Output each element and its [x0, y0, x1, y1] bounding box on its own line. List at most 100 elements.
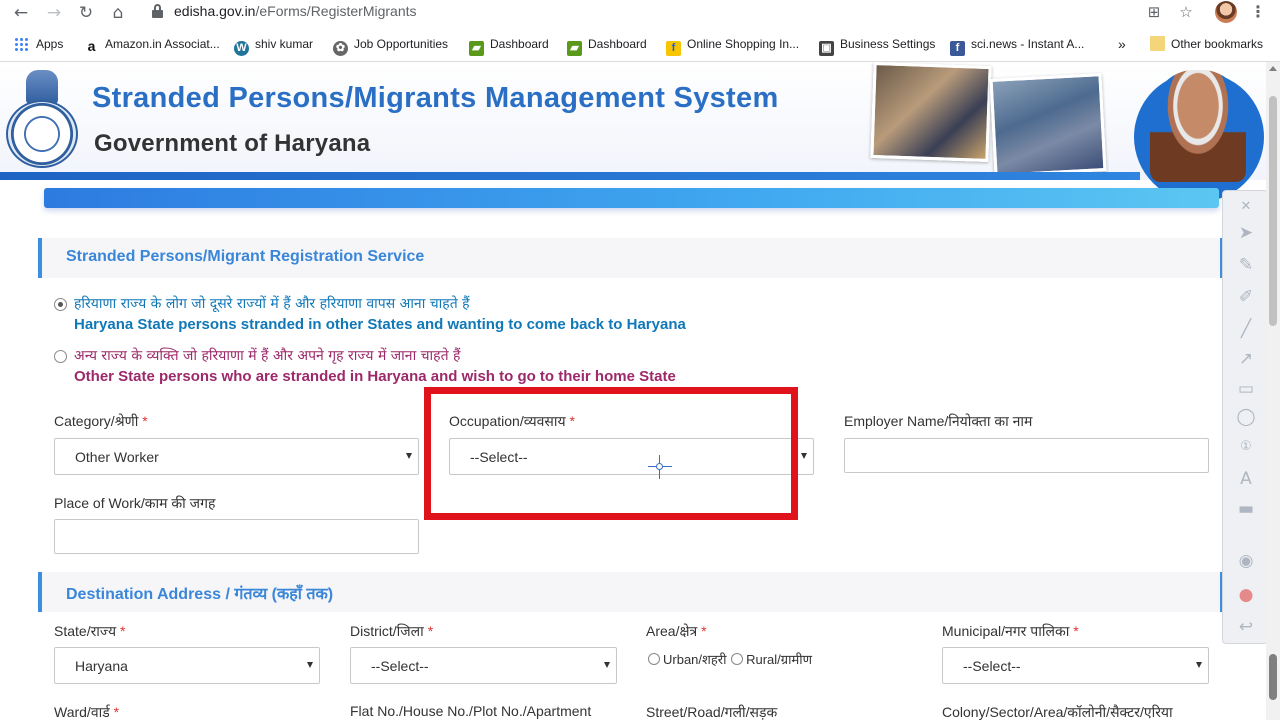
rectangle-icon[interactable]: ▭ [1234, 377, 1258, 401]
text-tool-icon[interactable]: A [1234, 467, 1258, 491]
registration-panel-header: Stranded Persons/Migrant Registration Se… [38, 238, 1224, 278]
bookmark-star-icon[interactable]: ☆ [1176, 2, 1196, 22]
pointer-icon[interactable]: ➤ [1234, 221, 1258, 245]
employer-label: Employer Name/नियोक्ता का नाम [844, 413, 1033, 429]
translate-icon[interactable]: ⊞ [1144, 2, 1164, 22]
close-icon[interactable]: ✕ [1234, 195, 1258, 219]
state-select-value: Haryana [75, 658, 128, 674]
rural-label: Rural/ग्रामीण [746, 652, 812, 667]
chrome-menu-icon[interactable]: ⋮ [1250, 0, 1266, 24]
scrollbar-thumb-lower[interactable] [1269, 654, 1277, 700]
employer-name-input[interactable] [844, 438, 1209, 473]
apps-grid-icon [14, 37, 28, 51]
bookmark-other-bookmarks[interactable]: Other bookmarks [1150, 35, 1263, 53]
line-icon[interactable]: ╱ [1234, 317, 1258, 341]
ward-label: Ward/वार्ड * [54, 704, 120, 720]
street-label: Street/Road/गली/सड़क [646, 704, 778, 720]
undo-icon[interactable]: ↩ [1234, 615, 1258, 639]
chevron-down-icon [604, 662, 610, 668]
folder-icon [1150, 36, 1165, 51]
municipal-select[interactable]: --Select-- [942, 647, 1209, 684]
brush-icon[interactable]: ✎ [1234, 253, 1258, 277]
registration-section-title: Stranded Persons/Migrant Registration Se… [66, 248, 425, 265]
bookmark-amazon[interactable]: a Amazon.in Associat... [84, 35, 220, 54]
page-scrollbar[interactable] [1266, 62, 1280, 720]
header-banner: Stranded Persons/Migrants Management Sys… [0, 62, 1266, 202]
option-haryana-persons[interactable]: हरियाणा राज्य के लोग जो दूसरे राज्यों मे… [54, 294, 954, 338]
highlighter-icon[interactable]: ✐ [1234, 285, 1258, 309]
option-other-state-persons[interactable]: अन्य राज्य के व्यक्ति जो हरियाणा में हैं… [54, 346, 954, 390]
gear-icon: ✿ [333, 41, 348, 56]
chevron-down-icon [406, 453, 412, 459]
back-arrow-icon[interactable]: ← [9, 1, 33, 25]
district-label: District/जिला * [350, 623, 434, 639]
bookmark-shiv-kumar[interactable]: Wshiv kumar [234, 35, 313, 56]
highlight-box [424, 387, 798, 520]
destination-panel: Destination Address / गंतव्य (कहाँ तक) S… [38, 572, 1224, 720]
bookmarks-overflow[interactable]: » [1118, 35, 1126, 53]
radio-other-state-persons[interactable] [54, 350, 67, 363]
radio-rural[interactable] [731, 653, 744, 665]
crosshair-cursor-icon [648, 455, 672, 479]
banner-photo-shelter [989, 73, 1107, 177]
area-radio-group: Urban/शहरी Rural/ग्रामीण [648, 650, 812, 668]
chevron-down-icon [801, 453, 807, 459]
address-bar[interactable]: edisha.gov.in/eForms/RegisterMigrants [140, 0, 1270, 24]
bookmark-business-settings[interactable]: ▣ Business Settings [819, 35, 935, 56]
bookmark-online-shopping[interactable]: f Online Shopping In... [666, 35, 799, 56]
category-select[interactable]: Other Worker [54, 438, 419, 475]
banner-photo-food-distribution [870, 62, 992, 163]
browser-chrome: ← → ↻ ⌂ edisha.gov.in/eForms/RegisterMig… [0, 0, 1280, 62]
bookmark-sci-news[interactable]: f sci.news - Instant A... [950, 35, 1084, 56]
site-subtitle: Government of Haryana [94, 130, 371, 157]
municipal-select-value: --Select-- [963, 658, 1021, 674]
record-icon[interactable]: ◉ [1234, 549, 1258, 573]
urban-label: Urban/शहरी [663, 652, 727, 667]
forward-arrow-icon[interactable]: → [42, 1, 66, 25]
flat-no-label: Flat No./House No./Plot No./Apartment [350, 703, 592, 719]
browser-navbar: ← → ↻ ⌂ edisha.gov.in/eForms/RegisterMig… [0, 0, 1280, 26]
dashboard-icon: ▰ [567, 41, 582, 56]
option2-hindi-label: अन्य राज्य के व्यक्ति जो हरियाणा में हैं… [74, 348, 461, 364]
color-picker-icon[interactable]: ● [1234, 583, 1258, 607]
step-counter-icon[interactable]: ① [1234, 435, 1258, 459]
haryana-emblem-logo [6, 70, 78, 168]
place-of-work-input[interactable] [54, 519, 419, 554]
eraser-icon[interactable]: ▬ [1234, 497, 1258, 521]
district-select[interactable]: --Select-- [350, 647, 617, 684]
home-icon[interactable]: ⌂ [106, 1, 130, 25]
option2-english-label: Other State persons who are stranded in … [74, 368, 676, 385]
site-title: Stranded Persons/Migrants Management Sys… [92, 82, 779, 114]
scrollbar-thumb[interactable] [1269, 96, 1277, 326]
facebook-icon: f [950, 41, 965, 56]
category-label: Category/श्रेणी * [54, 413, 148, 429]
district-select-value: --Select-- [371, 658, 429, 674]
reload-icon[interactable]: ↻ [74, 1, 98, 25]
blue-divider-strip [44, 188, 1219, 208]
wordpress-icon: W [234, 41, 249, 56]
bookmarks-bar: Apps a Amazon.in Associat... Wshiv kumar … [0, 31, 1280, 57]
chevron-down-icon [307, 662, 313, 668]
option1-english-label: Haryana State persons stranded in other … [74, 316, 686, 333]
profile-avatar[interactable] [1215, 1, 1237, 23]
ellipse-icon[interactable]: ◯ [1234, 405, 1258, 429]
dashboard-icon: ▰ [469, 41, 484, 56]
scroll-up-arrow-icon[interactable] [1269, 66, 1277, 71]
bookmark-job-opportunities[interactable]: ✿ Job Opportunities [333, 35, 448, 56]
bookmark-dashboard-1[interactable]: ▰ Dashboard [469, 35, 549, 56]
bookmark-dashboard-2[interactable]: ▰ Dashboard [567, 35, 647, 56]
radio-urban[interactable] [648, 653, 660, 665]
option1-hindi-label: हरियाणा राज्य के लोग जो दूसरे राज्यों मे… [74, 296, 470, 312]
web-page: Stranded Persons/Migrants Management Sys… [0, 62, 1266, 720]
destination-panel-header: Destination Address / गंतव्य (कहाँ तक) [38, 572, 1224, 612]
radio-haryana-persons[interactable] [54, 298, 67, 311]
lock-icon [152, 4, 163, 18]
bookmark-apps[interactable]: Apps [14, 35, 63, 53]
url-text[interactable]: edisha.gov.in/eForms/RegisterMigrants [174, 3, 417, 19]
municipal-label: Municipal/नगर पालिका * [942, 623, 1079, 639]
state-select[interactable]: Haryana [54, 647, 320, 684]
arrow-icon[interactable]: ↗ [1234, 347, 1258, 371]
area-label: Area/क्षेत्र * [646, 623, 707, 639]
state-label: State/राज्य * [54, 623, 126, 639]
colony-label: Colony/Sector/Area/कॉलोनी/सैक्टर/एरिया [942, 704, 1173, 720]
